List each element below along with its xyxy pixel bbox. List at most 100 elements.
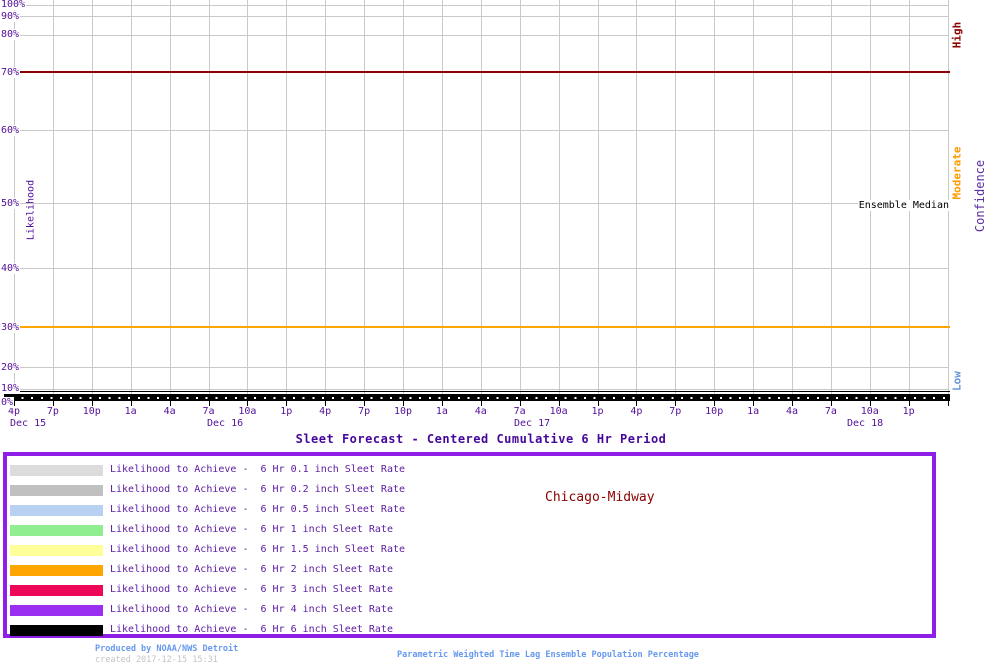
confidence-level-label: Low [951, 371, 964, 391]
x-tick-label: 1p [270, 406, 302, 418]
x-tick-label: 7p [348, 406, 380, 418]
legend-row: Likelihood to Achieve - 6 Hr 1.5 inch Sl… [7, 540, 932, 560]
vertical-gridline [247, 0, 248, 400]
x-date-label: Dec 18 [847, 418, 883, 430]
legend-label: Likelihood to Achieve - 6 Hr 2 inch Slee… [110, 564, 393, 576]
legend-swatch [10, 545, 103, 556]
horizontal-gridline [14, 5, 948, 6]
horizontal-gridline [14, 389, 948, 390]
x-tick-mark [948, 401, 949, 406]
x-tick-label: 10p [387, 406, 419, 418]
confidence-threshold-line [14, 326, 950, 328]
created-timestamp: created 2017-12-15 15:31 [95, 655, 218, 665]
x-tick-label: 10a [231, 406, 263, 418]
legend-row: Likelihood to Achieve - 6 Hr 2 inch Slee… [7, 560, 932, 580]
legend-row: Likelihood to Achieve - 6 Hr 1 inch Slee… [7, 520, 932, 540]
y-tick-label: 50% [0, 198, 20, 209]
y-tick-label: 90% [0, 11, 20, 22]
x-tick-label: 7a [193, 406, 225, 418]
confidence-axis-label: Confidence [973, 160, 987, 232]
legend-row: Likelihood to Achieve - 6 Hr 0.2 inch Sl… [7, 480, 932, 500]
ensemble-median-line [4, 394, 950, 401]
y-tick-label: 0% [0, 397, 14, 408]
legend-label: Likelihood to Achieve - 6 Hr 0.1 inch Sl… [110, 464, 405, 476]
vertical-gridline [714, 0, 715, 400]
x-tick-label: 7a [504, 406, 536, 418]
x-tick-label: 7p [37, 406, 69, 418]
x-tick-label: 4p [309, 406, 341, 418]
vertical-gridline [170, 0, 171, 400]
legend-label: Likelihood to Achieve - 6 Hr 0.2 inch Sl… [110, 484, 405, 496]
legend-swatch [10, 585, 103, 596]
x-tick-label: 4p [0, 406, 30, 418]
x-tick-label: 10p [698, 406, 730, 418]
x-tick-label: 1a [426, 406, 458, 418]
vertical-gridline [481, 0, 482, 400]
y-tick-label: 70% [0, 67, 20, 78]
vertical-gridline [598, 0, 599, 400]
vertical-gridline [131, 0, 132, 400]
legend-row: Likelihood to Achieve - 6 Hr 3 inch Slee… [7, 580, 932, 600]
x-date-label: Dec 17 [514, 418, 550, 430]
produced-by-text: Produced by NOAA/NWS Detroit [95, 644, 238, 654]
vertical-gridline [403, 0, 404, 400]
x-tick-label: 4p [620, 406, 652, 418]
vertical-gridline [364, 0, 365, 400]
horizontal-gridline [14, 367, 948, 368]
x-tick-label: 4a [154, 406, 186, 418]
x-tick-label: 1p [582, 406, 614, 418]
y-tick-label: 40% [0, 263, 20, 274]
x-tick-label: 1p [893, 406, 925, 418]
ensemble-median-legend-label: Ensemble Median [858, 200, 950, 211]
legend-swatch [10, 525, 103, 536]
horizontal-gridline [14, 35, 948, 36]
legend-label: Likelihood to Achieve - 6 Hr 6 inch Slee… [110, 624, 393, 636]
confidence-threshold-line [14, 71, 950, 73]
y-tick-label: 80% [0, 29, 20, 40]
horizontal-gridline [14, 130, 948, 131]
legend-swatch [10, 485, 103, 496]
x-tick-label: 4a [776, 406, 808, 418]
legend-label: Likelihood to Achieve - 6 Hr 1.5 inch Sl… [110, 544, 405, 556]
vertical-gridline [675, 0, 676, 400]
vertical-gridline [520, 0, 521, 400]
page-title: Sleet Forecast - Centered Cumulative 6 H… [14, 432, 948, 446]
horizontal-gridline [14, 16, 948, 17]
confidence-level-label: High [951, 22, 964, 49]
x-tick-label: 7a [815, 406, 847, 418]
legend-label: Likelihood to Achieve - 6 Hr 0.5 inch Sl… [110, 504, 405, 516]
x-tick-label: 1a [737, 406, 769, 418]
legend-swatch [10, 605, 103, 616]
legend-label: Likelihood to Achieve - 6 Hr 3 inch Slee… [110, 584, 393, 596]
x-tick-label: 10p [76, 406, 108, 418]
vertical-gridline [792, 0, 793, 400]
vertical-gridline [442, 0, 443, 400]
horizontal-gridline [14, 268, 948, 269]
confidence-level-label: Moderate [951, 147, 964, 200]
ensemble-median-line-top [4, 391, 950, 393]
x-tick-label: 7p [659, 406, 691, 418]
horizontal-gridline [14, 203, 948, 204]
legend-row: Likelihood to Achieve - 6 Hr 0.1 inch Sl… [7, 460, 932, 480]
legend-label: Likelihood to Achieve - 6 Hr 1 inch Slee… [110, 524, 393, 536]
y-axis-label: Likelihood [26, 180, 37, 240]
method-text: Parametric Weighted Time Lag Ensemble Po… [397, 650, 699, 660]
legend-swatch [10, 505, 103, 516]
y-tick-label: 20% [0, 362, 20, 373]
x-tick-label: 1a [115, 406, 147, 418]
vertical-gridline [209, 0, 210, 400]
y-tick-label: 100% [0, 0, 26, 10]
legend-row: Likelihood to Achieve - 6 Hr 6 inch Slee… [7, 620, 932, 640]
vertical-gridline [92, 0, 93, 400]
x-tick-label: 10a [854, 406, 886, 418]
legend-row: Likelihood to Achieve - 6 Hr 0.5 inch Sl… [7, 500, 932, 520]
vertical-gridline [831, 0, 832, 400]
sleet-forecast-chart: 100%90%80%70%60%50%40%30%20%10%0%4p7p10p… [0, 0, 1000, 670]
x-date-label: Dec 15 [10, 418, 46, 430]
y-tick-label: 30% [0, 322, 20, 333]
x-tick-label: 10a [543, 406, 575, 418]
vertical-gridline [636, 0, 637, 400]
legend-label: Likelihood to Achieve - 6 Hr 4 inch Slee… [110, 604, 393, 616]
legend-swatch [10, 625, 103, 636]
legend-row: Likelihood to Achieve - 6 Hr 4 inch Slee… [7, 600, 932, 620]
